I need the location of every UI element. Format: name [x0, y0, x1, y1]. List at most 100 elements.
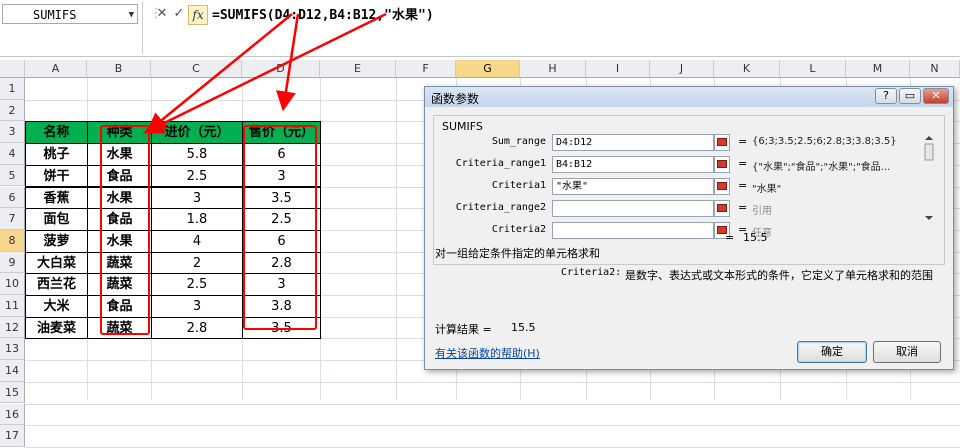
close-icon[interactable]: ✕ — [923, 88, 949, 104]
row-header-9[interactable]: 9 — [0, 251, 25, 274]
row-header-14[interactable]: 14 — [0, 360, 25, 382]
row-header-3[interactable]: 3 — [0, 121, 25, 144]
column-header-l[interactable]: L — [780, 60, 846, 78]
enter-icon[interactable]: ✓ — [171, 5, 187, 23]
grid-hline — [25, 381, 960, 383]
column-header-h[interactable]: H — [520, 60, 586, 78]
calc-result-label: 计算结果 = — [435, 323, 492, 336]
collapse-dialog-icon[interactable] — [714, 156, 730, 173]
row-header-6[interactable]: 6 — [0, 186, 25, 209]
column-header-n[interactable]: N — [910, 60, 960, 78]
table-cell[interactable]: 面包 — [25, 208, 88, 231]
param-result: 引用 — [752, 206, 772, 217]
dialog-title-bar[interactable]: 函数参数 ? ▭ ✕ — [425, 87, 953, 107]
param-label: Criteria1 — [491, 180, 546, 191]
table-cell[interactable]: 2.5 — [151, 273, 243, 296]
total-eq: = — [725, 231, 735, 244]
param-result: {6;3;3.5;2.5;6;2.8;3;3.8;3.5} — [752, 136, 897, 147]
total-value: 15.5 — [743, 231, 768, 244]
column-header-a[interactable]: A — [25, 60, 87, 78]
column-header-d[interactable]: D — [242, 60, 320, 78]
table-cell[interactable]: 4 — [151, 229, 243, 253]
param-eq: = — [738, 201, 748, 214]
column-header-m[interactable]: M — [846, 60, 910, 78]
collapse-dialog-icon[interactable] — [714, 200, 730, 217]
arguments-group: SUMIFS Sum_range D4:D12 = {6;3;3.5;2.5;6;2.… — [433, 115, 945, 265]
table-cell[interactable]: 3 — [151, 295, 243, 318]
table-cell[interactable]: 2.8 — [151, 316, 243, 340]
table-cell[interactable]: 2.5 — [151, 164, 243, 188]
param-input[interactable] — [552, 200, 714, 217]
divider — [142, 2, 143, 54]
column-header-j[interactable]: J — [650, 60, 714, 78]
column-header-k[interactable]: K — [714, 60, 780, 78]
row-header-12[interactable]: 12 — [0, 316, 25, 339]
ok-button[interactable]: 确定 — [797, 341, 867, 363]
function-help-link[interactable]: 有关该函数的帮助(H) — [435, 345, 540, 361]
table-cell[interactable]: 大白菜 — [25, 251, 88, 275]
help-icon[interactable]: ? — [875, 88, 897, 104]
table-cell[interactable]: 饼干 — [25, 164, 88, 188]
table-header-cell[interactable]: 进价（元） — [151, 121, 243, 145]
column-header-e[interactable]: E — [320, 60, 396, 78]
column-header-f[interactable]: F — [396, 60, 456, 78]
insert-function-button[interactable]: fx — [188, 5, 208, 25]
column-header-c[interactable]: C — [151, 60, 242, 78]
row-header-15[interactable]: 15 — [0, 381, 25, 404]
minimize-icon[interactable]: ▭ — [899, 88, 921, 104]
name-box-value: SUMIFS — [33, 8, 77, 22]
function-description: 对一组给定条件指定的单元格求和 — [435, 247, 600, 260]
table-cell[interactable]: 油麦菜 — [25, 316, 88, 340]
chevron-down-icon[interactable]: ▼ — [129, 5, 134, 25]
column-header-g[interactable]: G — [456, 60, 520, 78]
param-eq: = — [738, 179, 748, 192]
table-cell[interactable]: 菠萝 — [25, 229, 88, 253]
function-arguments-dialog: 函数参数 ? ▭ ✕ SUMIFS Sum_range D4:D12 = {6;3;3… — [424, 86, 954, 370]
param-result: {"水果";"食品";"水果";"食品... — [752, 162, 891, 173]
row-header-16[interactable]: 16 — [0, 403, 25, 426]
table-header-cell[interactable]: 名称 — [25, 121, 88, 145]
function-name: SUMIFS — [442, 120, 483, 133]
table-cell[interactable]: 2 — [151, 251, 243, 275]
grid-vline — [396, 78, 397, 400]
dialog-title: 函数参数 — [431, 92, 480, 106]
param-eq: = — [738, 135, 748, 148]
column-header-b[interactable]: B — [87, 60, 151, 78]
row-header-10[interactable]: 10 — [0, 273, 25, 295]
table-cell[interactable]: 西兰花 — [25, 273, 88, 296]
cancel-icon[interactable]: ✕ — [154, 5, 170, 23]
table-cell[interactable]: 香蕉 — [25, 186, 88, 210]
select-all-corner[interactable] — [0, 60, 25, 78]
formula-input[interactable]: =SUMIFS(D4:D12,B4:B12,"水果") — [212, 4, 434, 23]
row-header-5[interactable]: 5 — [0, 164, 25, 187]
table-cell[interactable]: 1.8 — [151, 208, 243, 231]
row-header-2[interactable]: 2 — [0, 99, 25, 122]
table-cell[interactable]: 5.8 — [151, 143, 243, 166]
param-input[interactable] — [552, 222, 714, 239]
collapse-dialog-icon[interactable] — [714, 178, 730, 195]
param-eq: = — [738, 157, 748, 170]
row-header-7[interactable]: 7 — [0, 208, 25, 230]
grid-hline — [25, 425, 960, 427]
row-header-11[interactable]: 11 — [0, 295, 25, 317]
argument-scrollbar[interactable] — [924, 136, 934, 222]
row-header-4[interactable]: 4 — [0, 143, 25, 165]
table-cell[interactable]: 桃子 — [25, 143, 88, 166]
param-result: "水果" — [752, 184, 782, 195]
param-label: Criteria_range1 — [455, 158, 546, 169]
collapse-dialog-icon[interactable] — [714, 134, 730, 151]
row-header-1[interactable]: 1 — [0, 78, 25, 100]
param-input[interactable]: D4:D12 — [552, 134, 714, 151]
row-header-17[interactable]: 17 — [0, 425, 25, 447]
name-box[interactable]: SUMIFS ▼ — [2, 4, 138, 24]
grid-hline — [25, 403, 960, 405]
cancel-button[interactable]: 取消 — [873, 341, 941, 363]
table-cell[interactable]: 3 — [151, 186, 243, 210]
table-cell[interactable]: 大米 — [25, 295, 88, 318]
row-header-13[interactable]: 13 — [0, 338, 25, 361]
formula-bar: SUMIFS ▼ ⋮ ✕ ✓ fx =SUMIFS(D4:D12,B4:B12,… — [0, 0, 960, 57]
param-input[interactable]: B4:B12 — [552, 156, 714, 173]
row-header-8[interactable]: 8 — [0, 229, 25, 252]
param-input[interactable]: "水果" — [552, 178, 714, 195]
column-header-i[interactable]: I — [586, 60, 650, 78]
